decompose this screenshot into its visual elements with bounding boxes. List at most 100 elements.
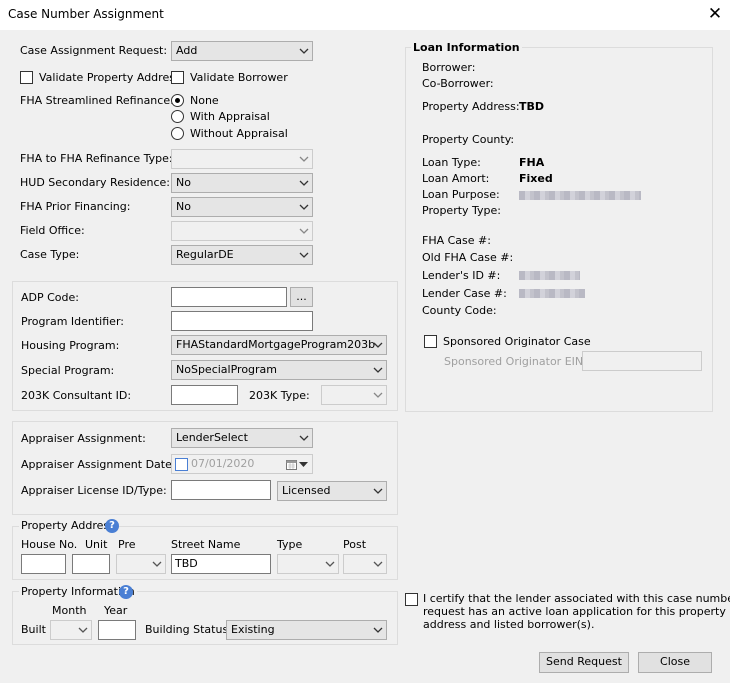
radio-none-label: None	[190, 94, 219, 107]
street-type-select[interactable]	[277, 554, 339, 574]
property-type-label: Property Type:	[422, 204, 502, 217]
k-type-label: 203K Type:	[249, 389, 310, 402]
post-select[interactable]	[343, 554, 387, 574]
certify-line-3: address and listed borrower(s).	[423, 618, 595, 631]
fha-streamlined-label: FHA Streamlined Refinance:	[20, 94, 174, 107]
borrower-label: Borrower:	[422, 61, 476, 74]
building-status-value: Existing	[231, 623, 275, 636]
special-program-select[interactable]: NoSpecialProgram	[171, 360, 387, 380]
county-code-label: County Code:	[422, 304, 497, 317]
loan-amort-value: Fixed	[519, 172, 553, 185]
appraiser-date-checkbox[interactable]	[175, 458, 188, 471]
field-office-select[interactable]	[171, 221, 313, 241]
appraiser-date-label: Appraiser Assignment Date:	[21, 458, 176, 471]
chevron-down-icon	[373, 367, 383, 373]
appraiser-license-input[interactable]	[171, 480, 271, 500]
radio-none[interactable]	[171, 94, 184, 107]
chevron-down-icon	[373, 392, 383, 398]
consultant-id-label: 203K Consultant ID:	[21, 389, 132, 402]
lenders-id-label: Lender's ID #:	[422, 269, 501, 282]
close-icon[interactable]: ✕	[705, 4, 725, 24]
chevron-down-icon	[299, 252, 309, 258]
appraiser-assignment-label: Appraiser Assignment:	[21, 432, 146, 445]
radio-without-appraisal[interactable]	[171, 127, 184, 140]
chevron-down-icon	[299, 180, 309, 186]
window-title: Case Number Assignment	[8, 7, 164, 21]
sponsored-ein-label: Sponsored Originator EIN:	[444, 355, 587, 368]
validate-property-address-checkbox[interactable]	[20, 71, 33, 84]
send-request-button[interactable]: Send Request	[539, 652, 629, 673]
radio-without-appraisal-label: Without Appraisal	[190, 127, 288, 140]
housing-program-select[interactable]: FHAStandardMortgageProgram203b	[171, 335, 387, 355]
unit-input[interactable]	[72, 554, 110, 574]
property-address-title: Property Address	[19, 519, 117, 533]
type-label: Type	[277, 538, 303, 551]
chevron-down-icon	[373, 561, 383, 567]
special-program-label: Special Program:	[21, 364, 115, 377]
chevron-down-icon[interactable]	[299, 461, 308, 468]
fha-to-fha-select[interactable]	[171, 149, 313, 169]
sponsored-case-label: Sponsored Originator Case	[443, 335, 591, 348]
sponsored-case-checkbox[interactable]	[424, 335, 437, 348]
chevron-down-icon	[152, 561, 162, 567]
built-month-select[interactable]	[50, 620, 92, 640]
building-status-select[interactable]: Existing	[226, 620, 387, 640]
chevron-down-icon	[299, 204, 309, 210]
chevron-down-icon	[299, 156, 309, 162]
case-type-select[interactable]: RegularDE	[171, 245, 313, 265]
hud-secondary-select[interactable]: No	[171, 173, 313, 193]
chevron-down-icon	[78, 627, 88, 633]
chevron-down-icon	[373, 488, 383, 494]
built-label: Built	[21, 623, 46, 636]
appraiser-license-label: Appraiser License ID/Type:	[21, 484, 167, 497]
building-status-label: Building Status	[145, 623, 229, 636]
property-county-label: Property County:	[422, 133, 515, 146]
help-icon[interactable]: ?	[119, 585, 133, 599]
pre-select[interactable]	[116, 554, 166, 574]
validate-borrower-checkbox[interactable]	[171, 71, 184, 84]
fha-prior-select[interactable]: No	[171, 197, 313, 217]
year-label: Year	[104, 604, 128, 617]
validate-property-address-label: Validate Property Address	[39, 71, 181, 84]
loan-info-title: Loan Information	[411, 41, 522, 55]
housing-program-label: Housing Program:	[21, 339, 120, 352]
appraiser-license-type-select[interactable]: Licensed	[277, 481, 387, 501]
house-no-input[interactable]	[21, 554, 66, 574]
appraiser-date-picker[interactable]: 07/01/2020	[171, 454, 313, 474]
radio-with-appraisal[interactable]	[171, 110, 184, 123]
fha-case-label: FHA Case #:	[422, 234, 491, 247]
property-address-info-label: Property Address:	[422, 100, 520, 113]
loan-purpose-label: Loan Purpose:	[422, 188, 500, 201]
built-year-input[interactable]	[98, 620, 136, 640]
certify-checkbox[interactable]	[405, 593, 418, 606]
chevron-down-icon	[299, 435, 309, 441]
adp-code-input[interactable]	[171, 287, 287, 307]
loan-purpose-redacted	[519, 191, 641, 200]
consultant-id-input[interactable]	[171, 385, 238, 405]
case-type-value: RegularDE	[176, 248, 234, 261]
chevron-down-icon	[299, 228, 309, 234]
close-button[interactable]: Close	[638, 652, 712, 673]
adp-code-label: ADP Code:	[21, 291, 79, 304]
pre-label: Pre	[118, 538, 136, 551]
chevron-down-icon	[325, 561, 335, 567]
street-name-input[interactable]: TBD	[171, 554, 271, 574]
fha-prior-value: No	[176, 200, 191, 213]
adp-browse-button[interactable]: ...	[290, 287, 313, 307]
k-type-select[interactable]	[321, 385, 387, 405]
case-assignment-request-label: Case Assignment Request:	[20, 44, 168, 57]
month-label: Month	[52, 604, 87, 617]
calendar-icon[interactable]	[286, 459, 297, 470]
old-fha-case-label: Old FHA Case #:	[422, 251, 514, 264]
street-name-value: TBD	[175, 557, 198, 570]
chevron-down-icon	[299, 48, 309, 54]
appraiser-date-value: 07/01/2020	[191, 457, 255, 470]
help-icon[interactable]: ?	[105, 519, 119, 533]
appraiser-assignment-select[interactable]: LenderSelect	[171, 428, 313, 448]
program-identifier-input[interactable]	[171, 311, 313, 331]
co-borrower-label: Co-Borrower:	[422, 77, 494, 90]
case-assignment-request-select[interactable]: Add	[171, 41, 313, 61]
sponsored-ein-input[interactable]	[582, 351, 702, 371]
fha-to-fha-label: FHA to FHA Refinance Type:	[20, 152, 173, 165]
chevron-down-icon	[373, 342, 383, 348]
